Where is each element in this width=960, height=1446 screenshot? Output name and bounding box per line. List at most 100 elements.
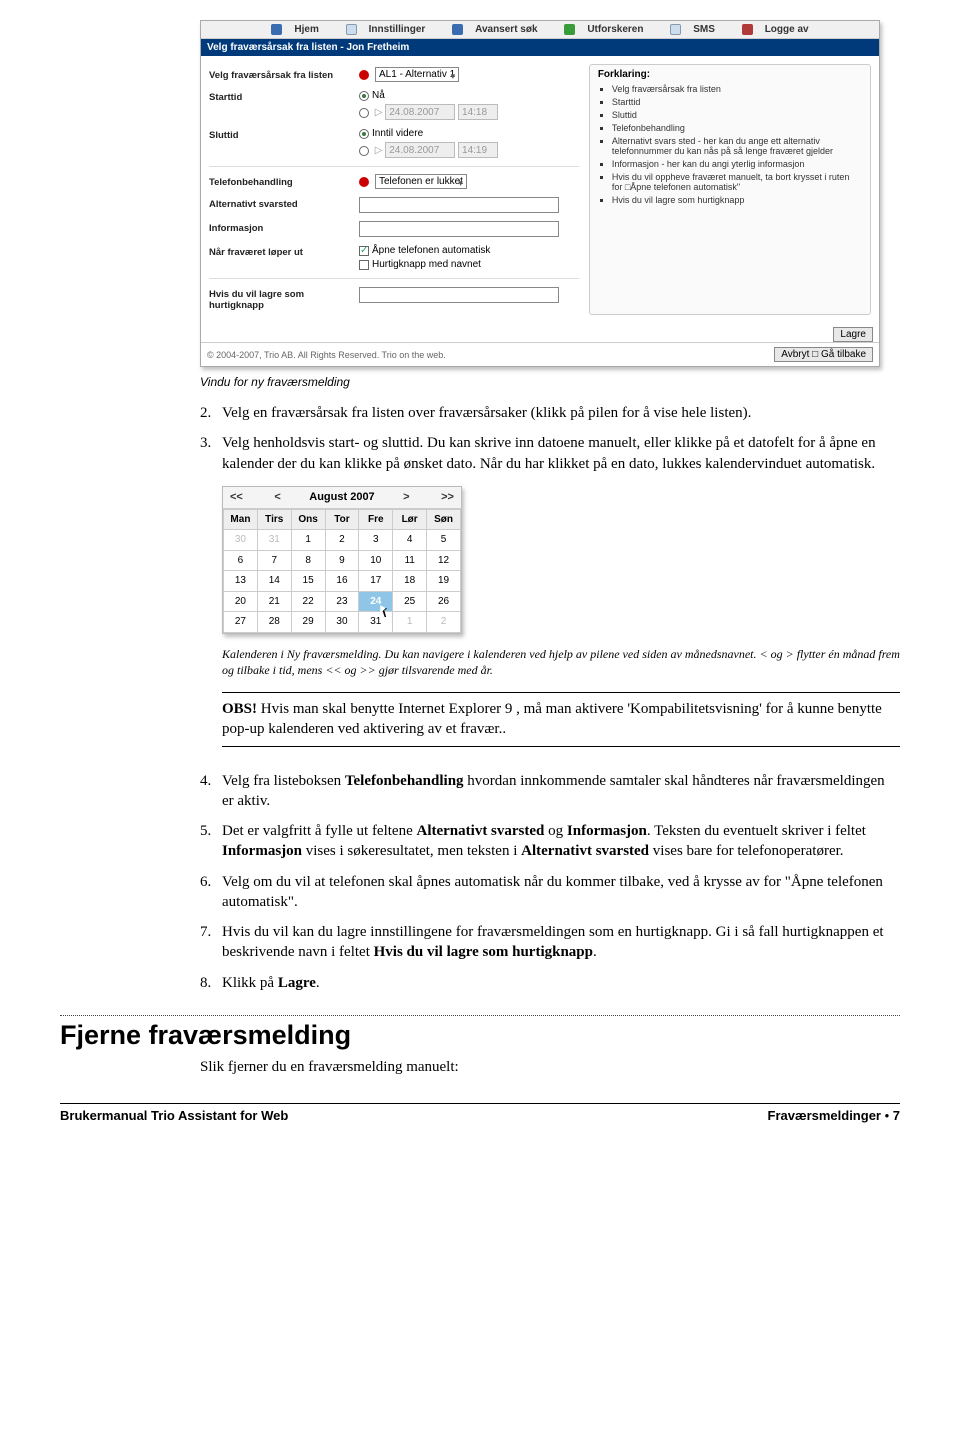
radio-start-date[interactable] [359,108,369,118]
nav-utforskeren[interactable]: Utforskeren [558,24,649,35]
cal-nav-first[interactable]: << [227,490,246,505]
calendar-day[interactable]: 2 [325,530,359,551]
list-item-8: 8. Klikk på Lagre. [200,973,900,993]
calendar-day[interactable]: 23 [325,591,359,612]
calendar-day[interactable]: 15 [291,571,325,592]
calendar-month: August 2007 [309,490,374,505]
calendar-day[interactable]: 30 [325,612,359,633]
reason-label: Velg fraværsårsak fra listen [209,68,359,81]
window-title: Velg fraværsårsak fra listen - Jon Freth… [201,39,879,56]
avbryt-button[interactable]: Avbryt □ Gå tilbake [774,347,873,362]
calendar-day[interactable]: 5 [427,530,461,551]
calendar-day[interactable]: 3 [359,530,393,551]
settings-icon [346,24,357,35]
calendar-day[interactable]: 25 [393,591,427,612]
calendar-day[interactable]: 31 [359,612,393,633]
calendar-day[interactable]: 21 [257,591,291,612]
list-num: 2. [200,403,222,423]
start-now-label: Nå [372,90,385,101]
help-item: Informasjon - her kan du angi yterlig in… [612,159,862,169]
checkbox-hotkey[interactable] [359,260,369,270]
calendar-day[interactable]: 13 [224,571,258,592]
list-content: Klikk på Lagre. [222,973,900,993]
end-time-field[interactable]: 14:19 [458,142,498,158]
checkbox-open-phone[interactable] [359,246,369,256]
info-field[interactable] [359,221,559,237]
list-num: 4. [200,771,222,812]
calendar-day[interactable]: 29 [291,612,325,633]
calendar-day[interactable]: 16 [325,571,359,592]
calendar-day[interactable]: 17 [359,571,393,592]
cal-nav-next[interactable]: > [400,490,412,505]
help-item: Hvis du vil oppheve fraværet manuelt, ta… [612,172,862,192]
list-content: Det er valgfritt å fylle ut feltene Alte… [222,821,900,862]
list-item-2: 2. Velg en fraværsårsak fra listen over … [200,403,900,423]
nav-logge-av[interactable]: Logge av [736,24,815,35]
calendar-day[interactable]: 18 [393,571,427,592]
calendar-day[interactable]: 24 [359,591,393,612]
start-date-field[interactable]: 24.08.2007 [385,104,455,120]
section-intro: Slik fjerner du en fraværsmelding manuel… [200,1057,900,1077]
reason-select[interactable]: AL1 - Alternativ 1 [375,67,459,82]
list-item-7: 7. Hvis du vil kan du lagre innstillinge… [200,922,900,963]
cb-hotkey-row[interactable]: Hurtigknapp med navnet [359,259,579,270]
cal-nav-prev[interactable]: < [271,490,283,505]
calendar-day[interactable]: 27 [224,612,258,633]
phone-select[interactable]: Telefonen er lukket [375,174,467,189]
end-date-row[interactable]: ▷ 24.08.2007 14:19 [359,142,579,158]
calendar-day[interactable]: 10 [359,550,393,571]
end-date-field[interactable]: 24.08.2007 [385,142,455,158]
calendar-day[interactable]: 7 [257,550,291,571]
hotkey-name-field[interactable] [359,287,559,303]
start-now-row[interactable]: Nå [359,90,579,101]
lagre-button[interactable]: Lagre [833,327,873,342]
app-window-screenshot: Hjem Innstillinger Avansert søk Utforske… [200,20,880,367]
sms-icon [670,24,681,35]
explorer-icon [564,24,575,35]
calendar-day[interactable]: 26 [427,591,461,612]
nav-innstillinger[interactable]: Innstillinger [340,24,432,35]
info-label: Informasjon [209,221,359,234]
cb-open-row[interactable]: Åpne telefonen automatisk [359,245,579,256]
end-until-row[interactable]: Inntil videre [359,128,579,139]
radio-end-until[interactable] [359,129,369,139]
calendar-day[interactable]: 9 [325,550,359,571]
calendar-day[interactable]: 22 [291,591,325,612]
calendar-day[interactable]: 8 [291,550,325,571]
cal-nav-last[interactable]: >> [438,490,457,505]
list-content: Velg om du vil at telefonen skal åpnes a… [222,872,900,913]
alt-answer-field[interactable] [359,197,559,213]
calendar-day[interactable]: 14 [257,571,291,592]
phone-label: Telefonbehandling [209,175,359,188]
list-content: Hvis du vil kan du lagre innstillingene … [222,922,900,963]
calendar-day[interactable]: 31 [257,530,291,551]
help-item: Velg fraværsårsak fra listen [612,84,862,94]
radio-end-date[interactable] [359,146,369,156]
calendar-day[interactable]: 4 [393,530,427,551]
calendar-day[interactable]: 28 [257,612,291,633]
nav-sms[interactable]: SMS [664,24,721,35]
calendar-day[interactable]: 2 [427,612,461,633]
calendar-dow: Tor [325,509,359,530]
figure-caption-1: Vindu for ny fraværsmelding [200,375,900,389]
obs-text: Hvis man skal benytte Internet Explorer … [222,701,882,737]
hotkey-name-label: Hvis du vil lagre som hurtigknapp [209,287,359,311]
start-date-row[interactable]: ▷ 24.08.2007 14:18 [359,104,579,120]
calendar-day[interactable]: 1 [291,530,325,551]
nav-avansert-sok[interactable]: Avansert søk [446,24,543,35]
logout-icon [742,24,753,35]
list-num: 6. [200,872,222,913]
radio-start-now[interactable] [359,91,369,101]
alt-label: Alternativt svarsted [209,197,359,210]
nav-hjem[interactable]: Hjem [265,24,324,35]
footer-copyright: © 2004-2007, Trio AB. All Rights Reserve… [207,350,446,360]
calendar-day[interactable]: 30 [224,530,258,551]
calendar-day[interactable]: 6 [224,550,258,571]
start-time-field[interactable]: 14:18 [458,104,498,120]
calendar-day[interactable]: 20 [224,591,258,612]
calendar-day[interactable]: 1 [393,612,427,633]
calendar-day[interactable]: 12 [427,550,461,571]
list-content: Velg fra listeboksen Telefonbehandling h… [222,771,900,812]
calendar-day[interactable]: 11 [393,550,427,571]
calendar-day[interactable]: 19 [427,571,461,592]
